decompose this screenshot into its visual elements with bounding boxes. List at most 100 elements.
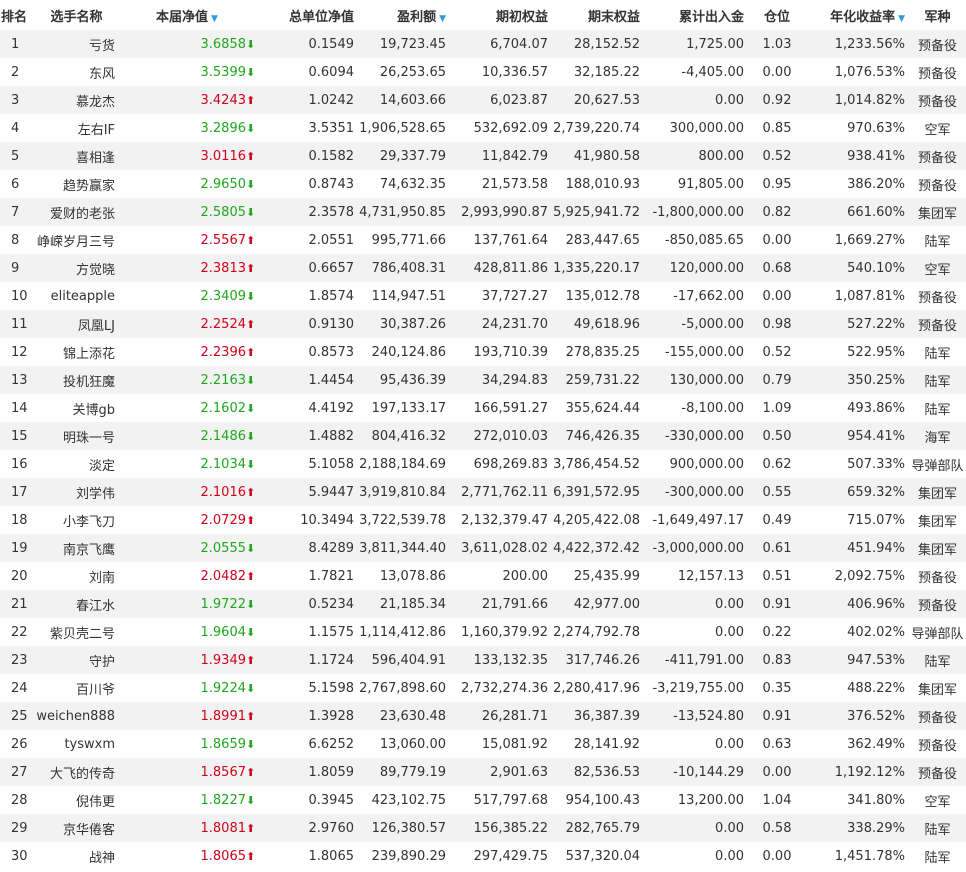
cell-annual-return: 715.07% — [847, 512, 905, 528]
cell-profit: 89,779.19 — [379, 764, 446, 780]
cell-army: 陆军 — [924, 822, 951, 838]
cell-name: 淡定 — [88, 458, 115, 474]
nav-value: 3.4243 — [200, 92, 247, 108]
cell-profit: 29,337.79 — [379, 148, 446, 164]
cell-profit: 126,380.57 — [371, 820, 446, 836]
cell-start-equity: 6,023.87 — [490, 92, 548, 108]
cell-end-equity: 3,786,454.52 — [553, 456, 640, 472]
cell-net-flow: -5,000.00 — [681, 316, 744, 332]
sort-desc-icon[interactable]: ▼ — [211, 14, 218, 24]
cell-rank: 30 — [11, 848, 28, 864]
cell-profit: 13,078.86 — [379, 568, 446, 584]
cell-start-equity: 2,732,274.36 — [461, 680, 548, 696]
sort-desc-icon[interactable]: ▼ — [439, 14, 446, 24]
cell-nav: 2.5805⬇ — [119, 198, 256, 226]
cell-army: 导弹部队 — [911, 458, 964, 474]
cell-profit: 1,906,528.65 — [359, 120, 446, 136]
cell-annual-return: 406.96% — [847, 596, 905, 612]
arrow-up-icon: ⬆ — [246, 317, 255, 331]
cell-annual-return: 527.22% — [847, 316, 905, 332]
nav-value: 2.3409 — [200, 288, 247, 304]
cell-nav: 2.2163⬇ — [119, 366, 256, 394]
cell-nav: 1.8065⬆ — [119, 842, 256, 870]
arrow-up-icon: ⬆ — [246, 849, 255, 863]
table-row: 21 春江水 1.9722⬇ 0.5234 21,185.34 21,791.66 42,9… — [0, 590, 966, 618]
cell-rank: 5 — [11, 148, 20, 164]
cell-nav: 2.9650⬇ — [119, 170, 256, 198]
arrow-down-icon: ⬇ — [246, 205, 255, 219]
cell-start-equity: 37,727.27 — [481, 288, 548, 304]
cell-profit: 239,890.29 — [371, 848, 446, 864]
cell-unit-nav: 1.1575 — [308, 624, 355, 640]
cell-rank: 12 — [11, 344, 28, 360]
cell-end-equity: 28,141.92 — [573, 736, 640, 752]
cell-army: 集团军 — [917, 542, 957, 558]
nav-value: 2.3813 — [200, 260, 247, 276]
table-row: 22 紫贝壳二号 1.9604⬇ 1.1575 1,114,412.86 1,160,37… — [0, 618, 966, 646]
nav-value: 2.5805 — [200, 204, 247, 220]
cell-name: 紫贝壳二号 — [49, 626, 115, 642]
cell-army: 导弹部队 — [911, 626, 964, 642]
cell-annual-return: 338.29% — [847, 820, 905, 836]
cell-position: 0.00 — [762, 848, 792, 864]
cell-position: 0.63 — [762, 736, 792, 752]
cell-position: 0.58 — [762, 820, 792, 836]
cell-rank: 28 — [11, 792, 28, 808]
cell-start-equity: 200.00 — [502, 568, 549, 584]
table-row: 25 weichen888 1.8991⬆ 1.3928 23,630.48 26,281… — [0, 702, 966, 730]
sort-desc-icon[interactable]: ▼ — [898, 14, 905, 24]
arrow-down-icon: ⬇ — [246, 625, 255, 639]
cell-nav: 2.0555⬇ — [119, 534, 256, 562]
cell-profit: 423,102.75 — [371, 792, 446, 808]
cell-rank: 9 — [11, 260, 20, 276]
cell-start-equity: 3,611,028.02 — [461, 540, 548, 556]
header-annual-return[interactable]: 年化收益率 ▼ — [806, 0, 909, 30]
header-profit[interactable]: 盈利额 ▼ — [358, 0, 450, 30]
cell-end-equity: 42,977.00 — [573, 596, 640, 612]
cell-army: 预备役 — [917, 766, 957, 782]
cell-profit: 114,947.51 — [371, 288, 446, 304]
cell-rank: 21 — [11, 596, 28, 612]
table-row: 3 慕龙杰 3.4243⬆ 1.0242 14,603.66 6,023.87 20,627… — [0, 86, 966, 114]
cell-end-equity: 317,746.26 — [565, 652, 640, 668]
arrow-down-icon: ⬇ — [246, 37, 255, 51]
header-nav[interactable]: 本届净值 ▼ — [119, 0, 255, 30]
cell-position: 1.03 — [762, 36, 792, 52]
arrow-up-icon: ⬆ — [246, 345, 255, 359]
cell-nav: 3.4243⬆ — [119, 86, 256, 114]
cell-net-flow: -4,405.00 — [681, 64, 744, 80]
cell-end-equity: 49,618.96 — [573, 316, 640, 332]
cell-end-equity: 4,205,422.08 — [553, 512, 640, 528]
cell-rank: 22 — [11, 624, 28, 640]
cell-name: 东风 — [88, 66, 115, 82]
arrow-down-icon: ⬇ — [246, 793, 255, 807]
nav-value: 1.9722 — [200, 596, 247, 612]
cell-position: 0.92 — [762, 92, 792, 108]
cell-name: 倪伟更 — [75, 794, 115, 810]
cell-position: 0.79 — [762, 372, 792, 388]
table-row: 15 明珠一号 2.1486⬇ 1.4882 804,416.32 272,010.03 7… — [0, 422, 966, 450]
cell-start-equity: 133,132.35 — [473, 652, 548, 668]
cell-net-flow: 12,157.13 — [677, 568, 744, 584]
cell-army: 集团军 — [917, 486, 957, 502]
cell-end-equity: 2,274,792.78 — [553, 624, 640, 640]
cell-annual-return: 2,092.75% — [834, 568, 905, 584]
cell-start-equity: 21,573.58 — [481, 176, 548, 192]
cell-profit: 2,188,184.69 — [359, 456, 446, 472]
nav-value: 2.1602 — [200, 400, 247, 416]
cell-profit: 26,253.65 — [379, 64, 446, 80]
cell-unit-nav: 0.1549 — [308, 36, 355, 52]
cell-annual-return: 1,014.82% — [834, 92, 905, 108]
cell-net-flow: 0.00 — [715, 736, 744, 752]
cell-position: 0.51 — [762, 568, 792, 584]
cell-name: 南京飞鹰 — [62, 542, 115, 558]
cell-unit-nav: 0.1582 — [308, 148, 355, 164]
cell-end-equity: 2,280,417.96 — [553, 680, 640, 696]
table-row: 16 淡定 2.1034⬇ 5.1058 2,188,184.69 698,269.83 3… — [0, 450, 966, 478]
cell-unit-nav: 8.4289 — [308, 540, 355, 556]
cell-army: 预备役 — [917, 290, 957, 306]
cell-annual-return: 954.41% — [847, 428, 905, 444]
cell-nav: 3.0116⬆ — [119, 142, 256, 170]
cell-profit: 596,404.91 — [371, 652, 446, 668]
cell-unit-nav: 1.1724 — [308, 652, 355, 668]
